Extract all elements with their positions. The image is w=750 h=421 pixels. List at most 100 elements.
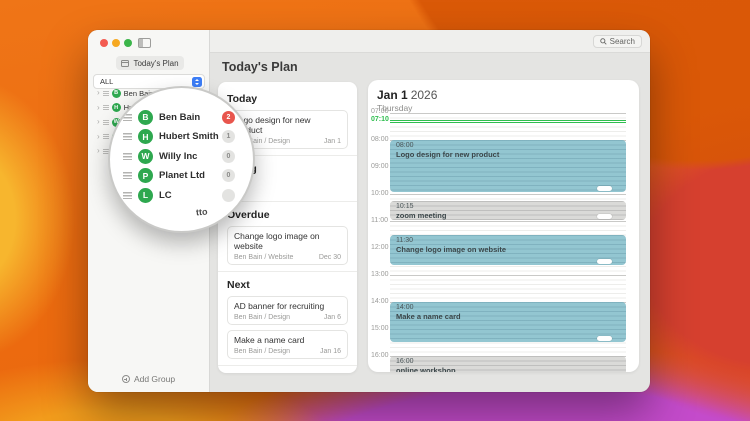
task-title: Make a name card [234,335,305,345]
group-name: Ben Bain [159,111,201,123]
calendar-event[interactable]: 14:00 Make a name card [390,302,626,342]
calendar-event[interactable]: 11:30 Change logo image on website [390,235,626,265]
avatar: B [111,88,121,98]
page-title: Today's Plan [222,60,298,74]
event-time: 08:00 [396,142,414,149]
hour-label: 12:00 [371,244,389,251]
hour-label: 08:00 [371,136,389,143]
drag-handle-icon[interactable] [102,105,109,110]
hour-label: 10:00 [371,190,389,197]
sidebar-toggle-icon[interactable] [138,38,151,48]
event-title: Logo design for new product [396,150,500,159]
partial-group-name: tto [195,206,208,218]
group-badge: 0 [222,149,235,163]
avatar: W [138,148,153,164]
calendar-event[interactable]: 08:00 Logo design for new product [390,140,626,192]
group-name: Willy Inc [159,150,198,162]
calendar-date: Jan 1 [377,88,408,102]
drag-handle-icon[interactable] [102,134,109,139]
drag-handle-icon[interactable] [123,191,132,199]
chevron-right-icon[interactable]: › [97,132,100,141]
drag-handle-icon[interactable] [123,133,132,140]
window-controls [100,39,132,47]
hour-label: 15:00 [371,325,389,332]
zoom-button[interactable] [124,39,132,47]
search-icon [599,38,607,45]
event-title: zoom meeting [396,211,447,220]
drag-handle-icon[interactable] [102,90,109,96]
chevron-right-icon[interactable]: › [97,147,100,155]
event-time: 10:15 [396,203,414,210]
hour-label: 11:00 [371,217,388,224]
task-meta: Ben Bain / Design [234,348,291,355]
avatar: H [138,129,153,144]
task-card[interactable]: Make a name card Ben Bain / Design Jan 1… [227,330,348,359]
task-title: Change logo image on website [234,231,320,251]
event-title: Make a name card [396,312,461,321]
drag-handle-icon[interactable] [102,119,109,125]
event-title: Change logo image on website [396,245,507,254]
event-time: 11:30 [396,237,413,244]
minimize-button[interactable] [112,39,120,47]
event-resize-handle[interactable] [597,185,612,191]
task-card[interactable]: AD banner for recruiting Ben Bain / Desi… [227,296,348,325]
drag-handle-icon[interactable] [123,172,132,179]
timeline-grid[interactable]: 08:00 Logo design for new product 10:15 … [390,113,626,372]
group-badge: 0 [222,169,235,182]
task-meta: Ben Bain / Website [234,254,294,261]
event-time: 16:00 [396,358,414,365]
event-time: 14:00 [396,304,414,311]
calendar-event[interactable]: 10:15 zoom meeting [390,201,626,220]
group-badge [222,188,235,202]
section-title-today: Today [227,93,258,105]
chevron-right-icon[interactable]: › [97,89,100,97]
magnifier-lens: B Ben Bain H Hubert Smith W Willy Inc P … [108,86,255,233]
group-badge: 2 [222,110,235,124]
event-resize-handle[interactable] [597,213,612,219]
todays-plan-button[interactable]: Today's Plan [116,56,184,70]
task-meta: Ben Bain / Design [234,314,291,321]
section-title-overdue: Overdue [227,209,270,221]
group-name: Hubert Smith [159,131,219,142]
add-group-label: Add Group [133,374,176,384]
group-name: Planet Ltd [159,170,205,181]
task-date: Jan 6 [323,314,341,321]
avatar: P [138,168,153,183]
hour-label: 13:00 [371,271,389,278]
task-date: Jan 16 [319,348,341,355]
section-title-next: Next [227,279,250,291]
drag-handle-icon[interactable] [123,113,132,121]
search-button[interactable]: Search [592,35,642,48]
close-button[interactable] [100,39,108,47]
calendar-event[interactable]: 16:00 online workshop [390,356,626,372]
event-title: online workshop [396,366,456,372]
calendar-icon [121,59,130,67]
plus-icon [121,375,130,383]
group-badge: 1 [222,130,235,143]
event-resize-handle[interactable] [597,335,612,341]
app-window: Today's Plan ALL › B Ben Bain › H Hubert… [88,30,650,392]
section-divider [218,365,357,366]
task-date: Dec 30 [318,254,341,261]
desktop-wallpaper: Today's Plan ALL › B Ben Bain › H Hubert… [0,0,750,421]
chevron-right-icon[interactable]: › [97,103,100,112]
todays-plan-button-label: Today's Plan [133,58,179,68]
hour-label: 14:00 [371,298,389,305]
current-time-line [390,120,626,123]
task-card[interactable]: Change logo image on website Ben Bain / … [227,226,348,265]
hour-label: 16:00 [371,352,389,359]
section-divider [218,271,357,272]
add-group-button[interactable]: Add Group [88,374,209,384]
task-title: AD banner for recruiting [234,301,325,311]
current-time-label: 07:10 [371,116,389,123]
titlebar: Search [210,30,650,53]
hour-label: 09:00 [371,163,389,170]
hour-label: 07:00 [371,108,389,115]
chevron-right-icon[interactable]: › [97,118,100,126]
drag-handle-icon[interactable] [123,152,132,160]
task-date: Jan 1 [323,138,341,145]
search-label: Search [609,37,635,46]
group-filter-value: ALL [100,77,114,86]
event-resize-handle[interactable] [597,258,612,264]
avatar: B [138,109,153,125]
